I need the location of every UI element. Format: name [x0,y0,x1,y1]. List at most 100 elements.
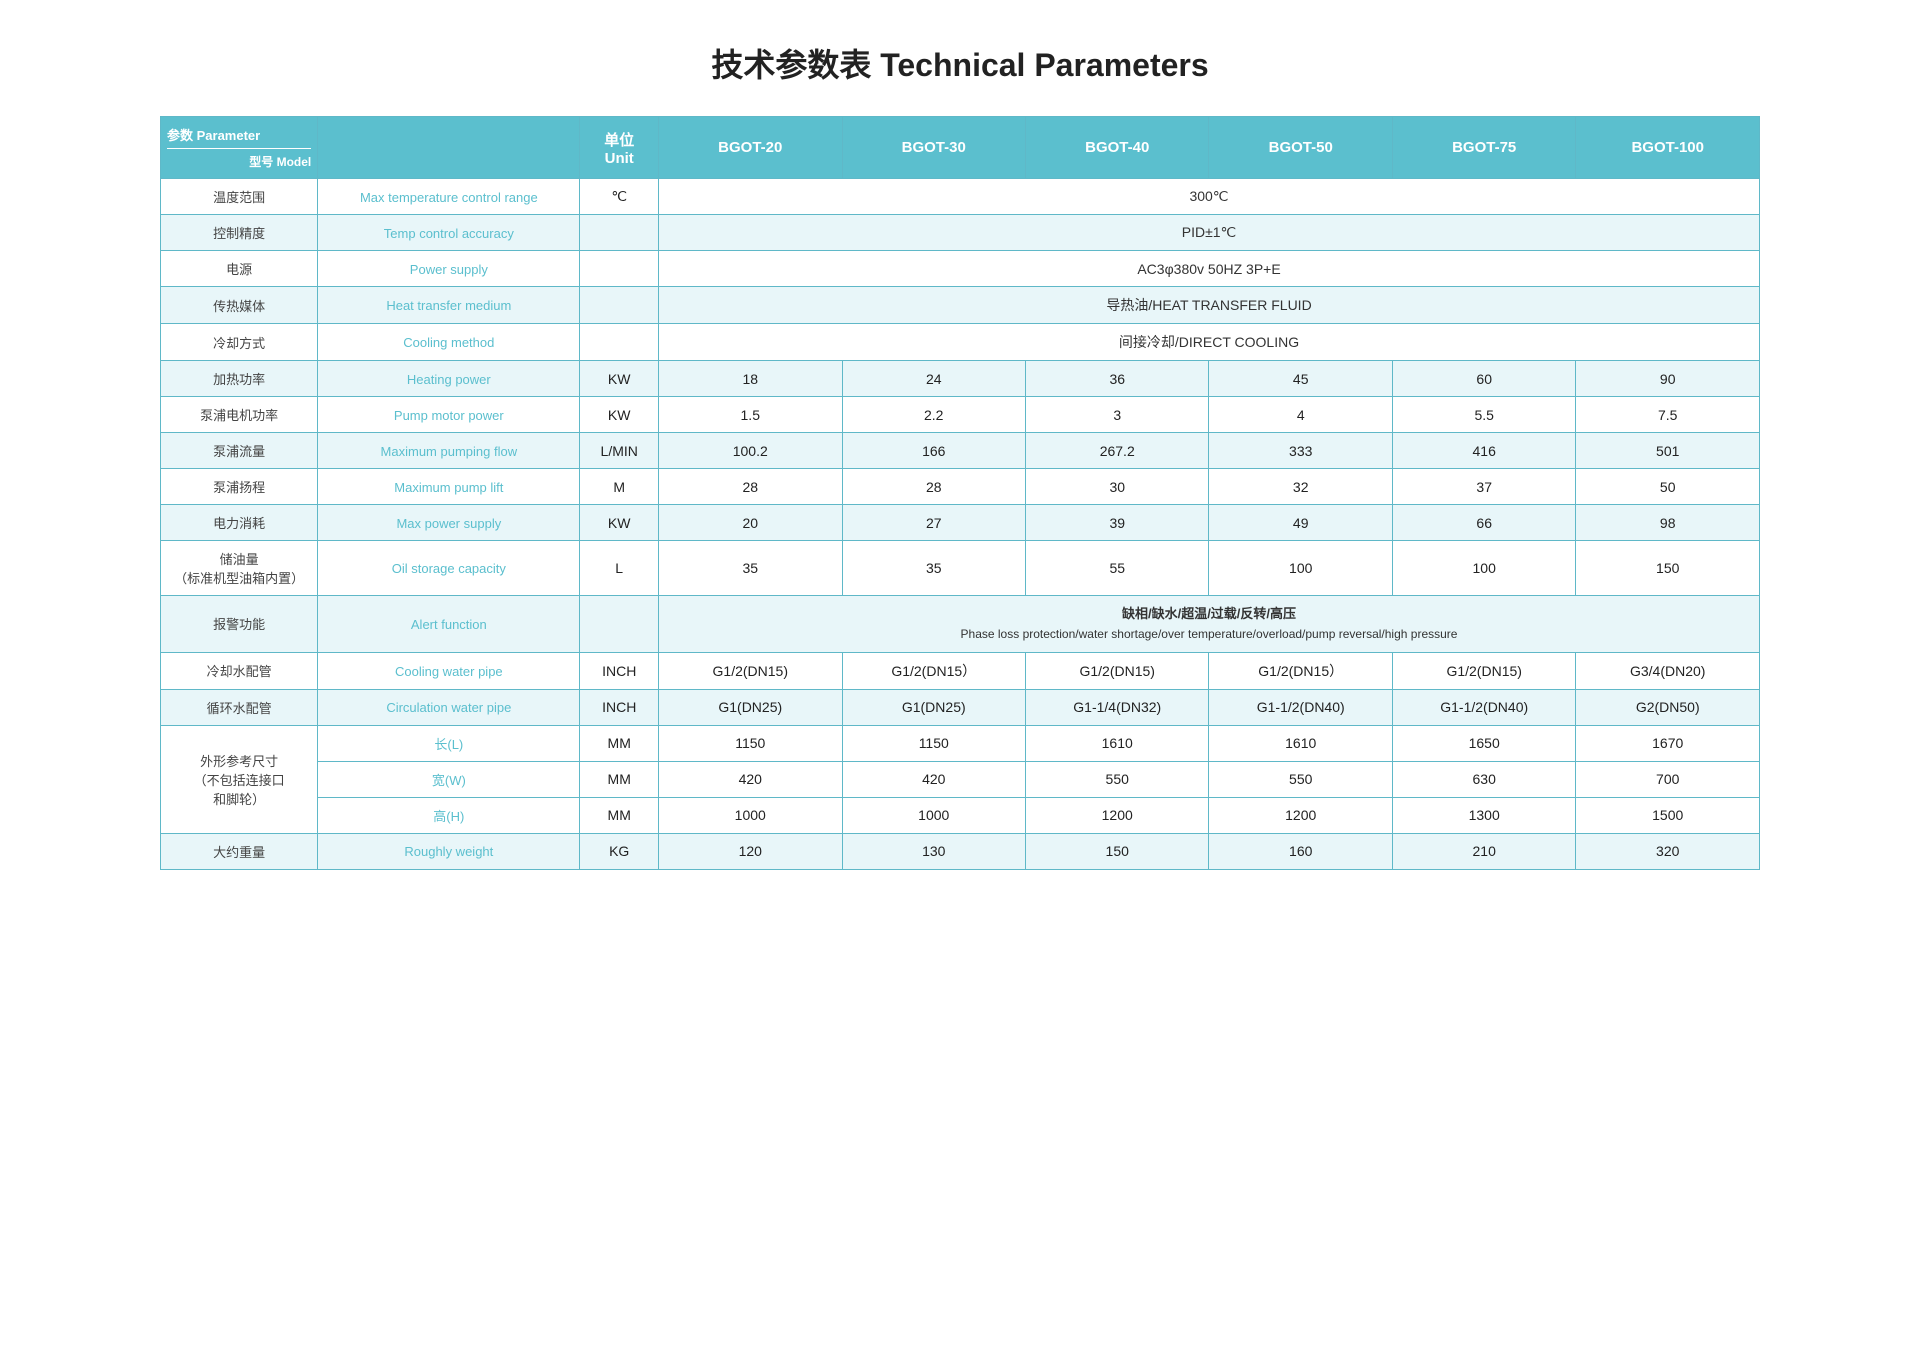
param-en: Cooling method [318,324,580,361]
cell-value: 320 [1576,833,1760,869]
param-zh: 泵浦流量 [161,433,318,469]
header-model-text: 型号 Model [167,148,311,170]
table-row: 温度范围Max temperature control range℃300℃ [161,179,1760,215]
cell-value: 100.2 [659,433,842,469]
param-unit: INCH [580,689,659,725]
cell-value: 501 [1576,433,1760,469]
table-row: 循环水配管Circulation water pipeINCHG1(DN25)G… [161,689,1760,725]
cell-value: 150 [1025,833,1208,869]
param-en: Temp control accuracy [318,215,580,251]
merged-value: 缺相/缺水/超温/过载/反转/高压Phase loss protection/w… [659,596,1760,653]
cell-value: 1300 [1392,797,1575,833]
param-desc-sub: 长(L) [318,725,580,761]
unit-zh-label: 单位 [586,129,652,150]
param-zh: 报警功能 [161,596,318,653]
cell-value: 120 [659,833,842,869]
cell-value: G1(DN25) [659,689,842,725]
cell-value: 5.5 [1392,397,1575,433]
header-param: 参数 Parameter 型号 Model [161,117,318,179]
cell-value: 267.2 [1025,433,1208,469]
table-row: 电力消耗Max power supplyKW202739496698 [161,505,1760,541]
cell-value: 90 [1576,361,1760,397]
cell-value: G3/4(DN20) [1576,652,1760,689]
param-zh: 冷却水配管 [161,652,318,689]
header-unit: 单位 Unit [580,117,659,179]
cell-value: 700 [1576,761,1760,797]
cell-value: 100 [1209,541,1392,596]
table-row: 外形参考尺寸 （不包括连接口 和脚轮）长(L)MM115011501610161… [161,725,1760,761]
cell-value: G1(DN25) [842,689,1025,725]
param-zh: 泵浦电机功率 [161,397,318,433]
param-unit [580,287,659,324]
param-unit: KW [580,361,659,397]
cell-value: G1-1/2(DN40) [1392,689,1575,725]
cell-value: 35 [842,541,1025,596]
cell-value: 333 [1209,433,1392,469]
cell-value: 166 [842,433,1025,469]
param-en: Oil storage capacity [318,541,580,596]
param-en: Circulation water pipe [318,689,580,725]
param-zh: 电力消耗 [161,505,318,541]
cell-value: 1610 [1025,725,1208,761]
param-unit: MM [580,761,659,797]
param-en: Alert function [318,596,580,653]
param-en: Max temperature control range [318,179,580,215]
table-row: 控制精度Temp control accuracyPID±1℃ [161,215,1760,251]
cell-value: G1/2(DN15） [842,652,1025,689]
cell-value: 36 [1025,361,1208,397]
merged-value: AC3φ380v 50HZ 3P+E [659,251,1760,287]
cell-value: 1.5 [659,397,842,433]
param-zh: 循环水配管 [161,689,318,725]
param-zh: 电源 [161,251,318,287]
cell-value: 35 [659,541,842,596]
cell-value: 160 [1209,833,1392,869]
cell-value: 210 [1392,833,1575,869]
param-zh: 温度范围 [161,179,318,215]
merged-value: 间接冷却/DIRECT COOLING [659,324,1760,361]
cell-value: 420 [659,761,842,797]
table-row: 电源Power supplyAC3φ380v 50HZ 3P+E [161,251,1760,287]
cell-value: 1150 [659,725,842,761]
param-en: Cooling water pipe [318,652,580,689]
cell-value: 1200 [1025,797,1208,833]
param-unit [580,324,659,361]
param-desc-sub: 高(H) [318,797,580,833]
cell-value: 550 [1209,761,1392,797]
cell-value: 420 [842,761,1025,797]
page-title: 技术参数表 Technical Parameters [160,40,1760,86]
cell-value: 66 [1392,505,1575,541]
param-unit: KW [580,397,659,433]
cell-value: 1610 [1209,725,1392,761]
header-desc [318,117,580,179]
cell-value: 18 [659,361,842,397]
table-row: 报警功能Alert function 缺相/缺水/超温/过载/反转/高压Phase… [161,596,1760,653]
cell-value: 130 [842,833,1025,869]
table-row: 泵浦扬程Maximum pump liftM282830323750 [161,469,1760,505]
cell-value: 4 [1209,397,1392,433]
page-container: 技术参数表 Technical Parameters 参数 Parameter … [160,40,1760,870]
param-unit: ℃ [580,179,659,215]
param-en: Max power supply [318,505,580,541]
header-bgot100: BGOT-100 [1576,117,1760,179]
cell-value: 150 [1576,541,1760,596]
cell-value: 28 [659,469,842,505]
cell-value: G1-1/2(DN40) [1209,689,1392,725]
table-row: 冷却方式Cooling method间接冷却/DIRECT COOLING [161,324,1760,361]
param-en: Heating power [318,361,580,397]
param-en: Maximum pump lift [318,469,580,505]
parameters-table: 参数 Parameter 型号 Model 单位 Unit BGOT-20 BG… [160,116,1760,870]
cell-value: 50 [1576,469,1760,505]
cell-value: 55 [1025,541,1208,596]
param-unit: KW [580,505,659,541]
cell-value: 30 [1025,469,1208,505]
table-row: 大约重量Roughly weightKG120130150160210320 [161,833,1760,869]
cell-value: 45 [1209,361,1392,397]
header-bgot20: BGOT-20 [659,117,842,179]
param-unit [580,596,659,653]
header-bgot50: BGOT-50 [1209,117,1392,179]
table-header-row: 参数 Parameter 型号 Model 单位 Unit BGOT-20 BG… [161,117,1760,179]
table-row: 储油量 （标准机型油箱内置）Oil storage capacityL35355… [161,541,1760,596]
cell-value: 1000 [659,797,842,833]
cell-value: G1-1/4(DN32) [1025,689,1208,725]
cell-value: G2(DN50) [1576,689,1760,725]
